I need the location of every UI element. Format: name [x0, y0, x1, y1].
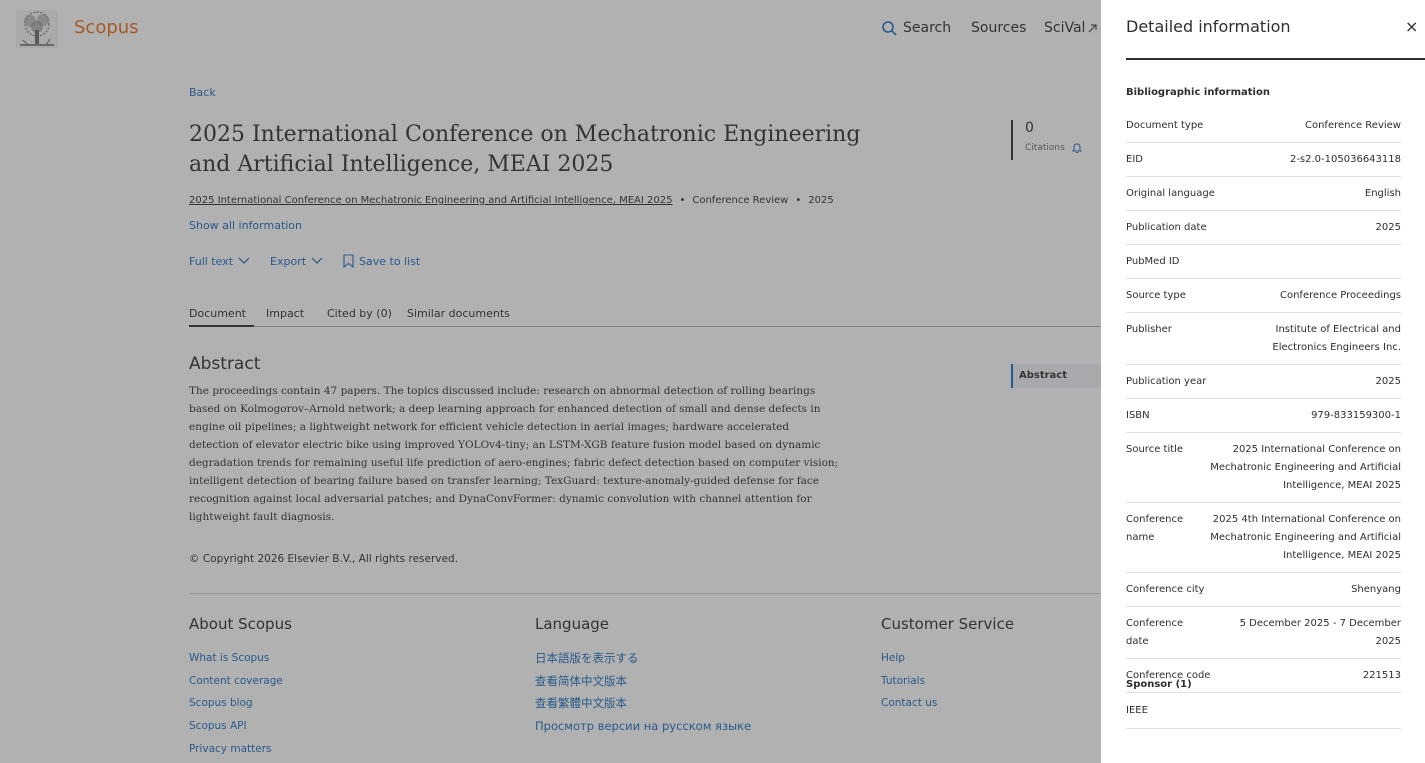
bibliographic-heading: Bibliographic information [1126, 87, 1270, 98]
panel-divider [1126, 58, 1425, 60]
row-label: Conference date [1126, 618, 1184, 647]
row-value [1206, 253, 1401, 271]
row-label: Conference name [1126, 514, 1184, 543]
close-icon[interactable]: × [1405, 17, 1418, 36]
row-value: 2025 4th International Conference on Mec… [1210, 514, 1401, 561]
info-row-source-title: Source title 2025 International Conferenc… [1126, 433, 1401, 503]
row-label: Conference city [1126, 584, 1205, 595]
panel-title: Detailed information [1126, 17, 1291, 36]
info-row-document-type: Document type Conference Review [1126, 109, 1401, 143]
row-label: Original language [1126, 188, 1215, 199]
row-value: 2025 [1375, 222, 1401, 233]
info-row-pubmed-id: PubMed ID [1126, 245, 1401, 279]
row-label: Publication year [1126, 376, 1207, 387]
info-row-conference-city: Conference city Shenyang [1126, 573, 1401, 607]
row-value: Conference Review [1304, 120, 1401, 131]
row-label: Document type [1126, 120, 1204, 131]
info-row-original-language: Original language English [1126, 177, 1401, 211]
bibliographic-rows: Document type Conference Review EID 2-s2.0… [1126, 109, 1401, 693]
info-row-publication-date: Publication date 2025 [1126, 211, 1401, 245]
row-label: Publication date [1126, 222, 1207, 233]
info-row-conference-date: Conference date 5 December 2025 - 7 Decem… [1126, 607, 1401, 659]
detailed-information-panel: Detailed information × Bibliographic inf… [1101, 0, 1425, 763]
modal-backdrop[interactable] [0, 0, 1101, 763]
row-value: 5 December 2025 - 7 December 2025 [1239, 618, 1401, 647]
info-row-eid: EID 2-s2.0-105036643118 [1126, 143, 1401, 177]
row-label: ISBN [1126, 410, 1150, 421]
row-label: Source title [1126, 444, 1184, 455]
row-value: 979-833159300-1 [1311, 410, 1401, 421]
row-value: Conference Proceedings [1279, 290, 1401, 301]
info-row-isbn: ISBN 979-833159300-1 [1126, 399, 1401, 433]
row-label: Source type [1126, 290, 1186, 301]
row-value: 2-s2.0-105036643118 [1289, 154, 1401, 165]
sponsor-item: IEEE [1126, 702, 1401, 729]
row-value: Shenyang [1351, 584, 1401, 595]
sponsor-heading: Sponsor (1) [1126, 679, 1192, 690]
row-value: English [1364, 188, 1401, 199]
row-value: Institute of Electrical and Electronics … [1272, 324, 1401, 353]
row-label: PubMed ID [1126, 256, 1180, 267]
row-value: 221513 [1362, 670, 1401, 681]
row-label: Publisher [1126, 324, 1172, 335]
row-label: EID [1126, 154, 1143, 165]
info-row-publisher: Publisher Institute of Electrical and Ele… [1126, 313, 1401, 365]
row-value: 2025 International Conference on Mechatr… [1210, 444, 1401, 491]
info-row-publication-year: Publication year 2025 [1126, 365, 1401, 399]
row-value: 2025 [1375, 376, 1401, 387]
info-row-conference-name: Conference name 2025 4th International Co… [1126, 503, 1401, 573]
info-row-source-type: Source type Conference Proceedings [1126, 279, 1401, 313]
